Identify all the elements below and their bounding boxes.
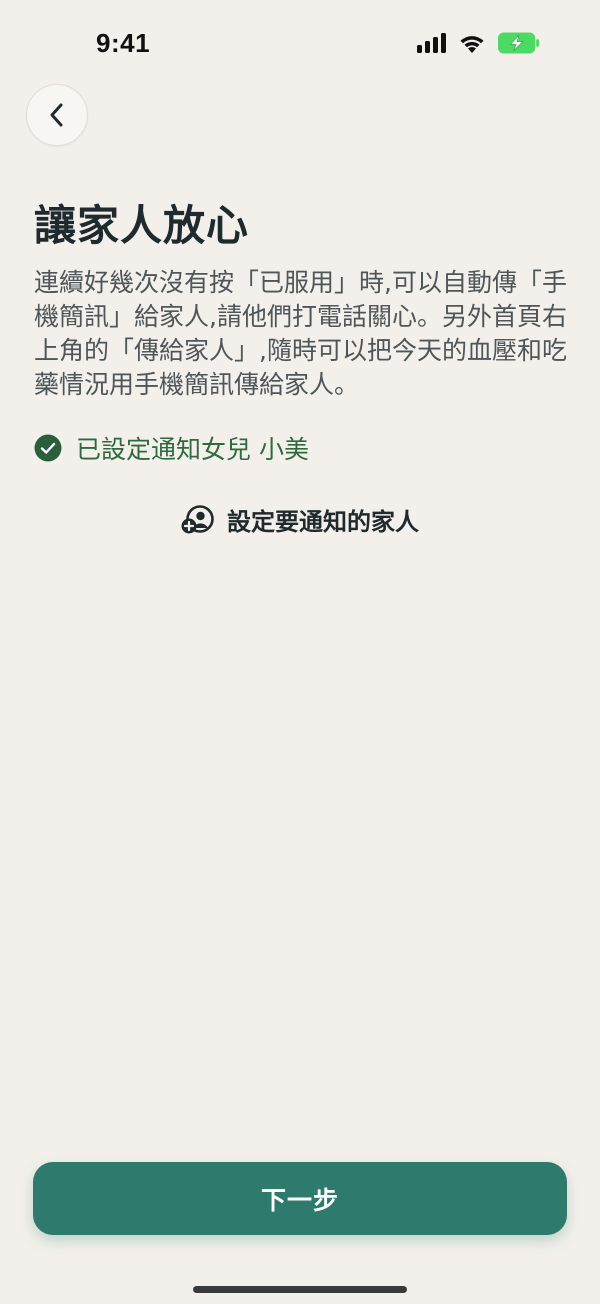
wifi-icon [460,35,484,53]
set-family-label: 設定要通知的家人 [227,508,419,536]
home-indicator [193,1286,407,1293]
page-title: 讓家人放心 [34,201,250,250]
notify-status-text: 已設定通知女兒 小美 [76,435,309,464]
status-bar: 9:41 [0,0,600,88]
notify-status: 已設定通知女兒 小美 [34,430,309,466]
chevron-left-icon [50,103,63,127]
set-family-link[interactable]: 設定要通知的家人 [0,502,600,537]
status-icons [417,32,540,54]
back-button[interactable] [26,84,88,146]
next-button[interactable]: 下一步 [33,1162,567,1235]
battery-charging-icon [498,32,540,54]
description-text: 連續好幾次沒有按「已服用」時,可以自動傳「手機簡訊」給家人,請他們打電話關心。另… [34,268,567,399]
check-circle-icon [34,434,62,462]
status-time: 9:41 [96,28,151,58]
add-person-icon [181,504,214,533]
cellular-signal-icon [417,33,446,53]
